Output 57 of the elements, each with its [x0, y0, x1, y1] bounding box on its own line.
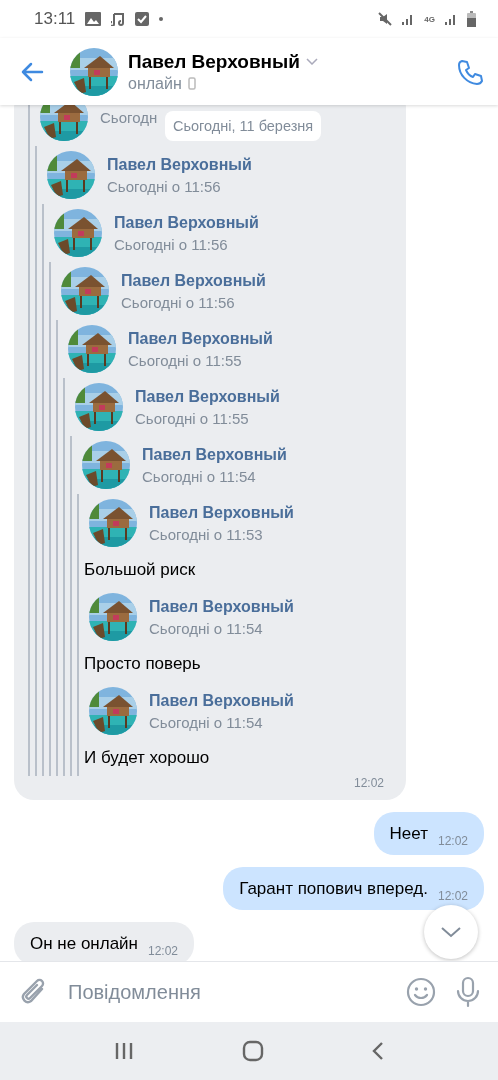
checkbox-icon [135, 12, 150, 26]
author-name[interactable]: Павел Верховный [142, 445, 287, 464]
home-icon[interactable] [242, 1040, 264, 1062]
phone-call-icon[interactable] [456, 57, 484, 86]
message-time: Сьогодні о 11:53 [149, 525, 264, 543]
author-name[interactable]: Павел Верховный [135, 387, 280, 406]
chevron-down-icon [440, 926, 462, 938]
author-name[interactable]: Павел Верховный [107, 155, 252, 174]
dot-icon [159, 17, 164, 21]
message-text: Неет [389, 824, 428, 844]
message-time: 12:02 [148, 944, 179, 958]
chevron-down-icon[interactable] [306, 58, 318, 65]
message-time: Сьогодні о 11:55 [135, 409, 250, 427]
back-icon[interactable] [372, 1041, 384, 1061]
message-time: Сьогодні о 11:55 [128, 351, 243, 369]
message-bubble[interactable]: Он не онлайн 12:02 [14, 922, 195, 961]
author-name[interactable]: Павел Верховный [128, 329, 273, 348]
message-time: Сьогодні о 11:54 [142, 467, 257, 485]
message-time: Сьогодні о 11:56 [114, 235, 229, 253]
message-text: Гарант попович вперед. [239, 879, 428, 899]
mute-icon [378, 12, 393, 26]
date-label: Сьогодні, 11 березня [165, 111, 322, 141]
image-icon [85, 12, 102, 26]
message-input[interactable]: Повідомлення [68, 980, 386, 1004]
message-text: И будет хорошо [84, 747, 211, 769]
phone-device-icon [187, 77, 196, 90]
forwarded-message[interactable] [14, 105, 406, 800]
contact-name[interactable]: Павел Верховный [128, 50, 300, 73]
author-name[interactable]: Павел Верховный [121, 271, 266, 290]
microphone-icon[interactable] [456, 976, 480, 1008]
author-name[interactable]: Павел Верховный [149, 503, 294, 522]
smiley-icon[interactable] [406, 977, 436, 1007]
battery-icon [467, 11, 476, 27]
message-time: Сьогодні о 11:56 [121, 293, 236, 311]
network-label: 4G [424, 14, 435, 24]
message-time: Сьогодні о 11:54 [149, 713, 264, 731]
author-name[interactable]: Павел Верховный [149, 691, 294, 710]
clock: 13:11 [34, 9, 76, 29]
message-text: Большой риск [84, 559, 197, 581]
message-bubble[interactable]: Неет 12:02 [373, 812, 484, 855]
message-text: Он не онлайн [30, 934, 138, 954]
message-time: Сьогодні о 11:54 [149, 619, 264, 637]
signal-icon [402, 13, 415, 25]
signal-icon [445, 13, 457, 25]
author-name[interactable]: Павел Верховный [149, 597, 294, 616]
message-time: 12:02 [437, 889, 468, 903]
message-time: 12:02 [437, 834, 468, 848]
message-time: Сьогодн [100, 108, 158, 126]
author-name[interactable]: Павел Верховный [114, 213, 259, 232]
message-time: Сьогодні о 11:56 [107, 177, 222, 195]
message-time: 12:02 [353, 776, 384, 790]
back-arrow-icon[interactable] [20, 61, 44, 82]
recent-apps-icon[interactable] [114, 1042, 134, 1060]
message-bubble[interactable]: Гарант попович вперед. 12:02 [223, 867, 484, 910]
music-note-icon [111, 12, 126, 26]
online-status: онлайн [128, 74, 182, 93]
message-text: Просто поверь [84, 653, 202, 675]
